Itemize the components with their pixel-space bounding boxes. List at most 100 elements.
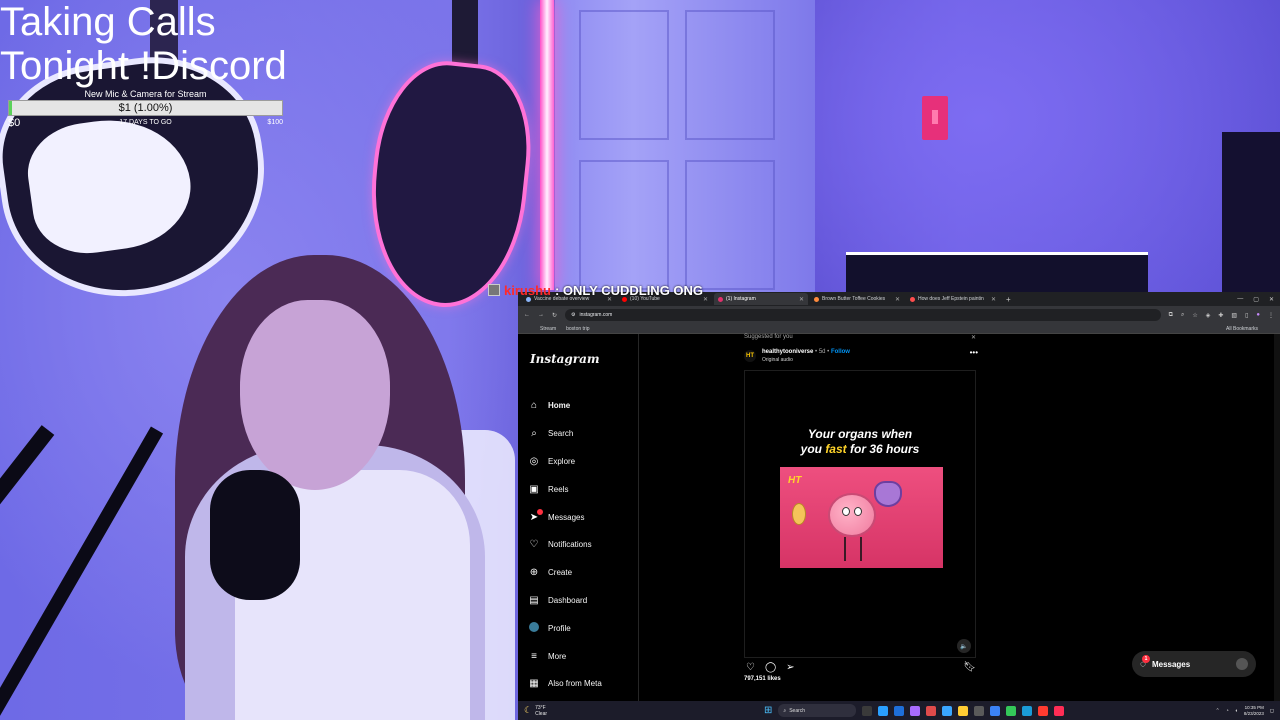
cartoon-stomach <box>792 503 806 525</box>
sidebar-item-profile[interactable]: Profile <box>528 614 638 642</box>
sidebar-item-create[interactable]: ⊕ Create <box>528 559 638 587</box>
extension-icon[interactable]: ◈ <box>1206 312 1211 319</box>
sidebar-item-dashboard[interactable]: ▤ Dashboard <box>528 587 638 615</box>
post-audio[interactable]: Original audio <box>762 356 964 364</box>
reload-icon[interactable]: ↻ <box>552 312 557 319</box>
taskbar-app-icon[interactable] <box>910 705 921 716</box>
maximize-icon[interactable]: ▢ <box>1253 296 1259 303</box>
taskbar-app-icon[interactable] <box>1006 705 1017 716</box>
taskbar-app-icon[interactable] <box>1038 705 1049 716</box>
cartoon-legs <box>844 537 862 561</box>
cartoon-organs-image: HT <box>780 467 943 568</box>
taskbar-app-icon[interactable] <box>894 705 905 716</box>
extension-icon[interactable]: ✚ <box>1218 312 1223 319</box>
stream-title: Taking Calls Tonight !Discord <box>0 0 287 88</box>
taskbar-app-icon[interactable] <box>958 705 969 716</box>
sidebar-item-home[interactable]: ⌂ Home <box>528 392 638 420</box>
sidebar-item-also-from-meta[interactable]: ▦ Also from Meta <box>528 670 638 698</box>
volume-icon[interactable]: ◖ <box>1235 708 1238 714</box>
dismiss-icon[interactable]: ✕ <box>971 334 976 346</box>
close-icon[interactable]: ✕ <box>1269 296 1274 303</box>
reel-video[interactable]: Your organs when you fast for 36 hours H… <box>744 370 976 658</box>
window-controls: — ▢ ✕ <box>1237 296 1280 303</box>
sidebar-item-label: Dashboard <box>548 595 588 605</box>
bookmark-stream[interactable]: Stream <box>540 326 556 332</box>
messages-pill[interactable]: ◌ 1 Messages <box>1132 651 1256 677</box>
bookmark-boston-trip[interactable]: boston trip <box>566 326 589 332</box>
back-icon[interactable]: ← <box>524 312 530 318</box>
meta-icon: ▦ <box>529 678 539 690</box>
star-icon[interactable]: ☆ <box>1192 312 1197 319</box>
goal-amount: $1 (1.00%) <box>118 102 173 114</box>
share-icon[interactable]: ➢ <box>786 662 794 673</box>
taskbar-app-icon[interactable] <box>1054 705 1065 716</box>
notification-dot <box>537 508 543 515</box>
chevron-up-icon[interactable]: ⌃ <box>1216 708 1220 714</box>
moon-icon: ☾ <box>524 705 533 715</box>
messenger-icon: ➤ <box>528 508 543 523</box>
site-info-icon[interactable]: ⚙ <box>571 312 575 318</box>
clock[interactable]: 10:35 PM 8/23/2023 <box>1244 705 1264 717</box>
microphone <box>210 470 300 600</box>
tab-close-icon[interactable]: ✕ <box>799 296 804 303</box>
follow-button[interactable]: Follow <box>831 349 850 355</box>
tab-favicon-icon <box>910 296 915 302</box>
sidebar-item-label: Create <box>548 568 573 578</box>
taskbar-app-icon[interactable] <box>926 705 937 716</box>
comment-icon[interactable]: ◯ <box>765 662 776 673</box>
sidebar-item-label: Notifications <box>548 540 592 550</box>
menu-icon: ≡ <box>531 650 537 662</box>
tab-close-icon[interactable]: ✕ <box>991 296 996 303</box>
taskbar-app-icon[interactable] <box>878 705 889 716</box>
taskbar-app-icon[interactable] <box>974 705 985 716</box>
minimize-icon[interactable]: — <box>1237 296 1243 303</box>
page-scrollbar[interactable] <box>1274 334 1280 701</box>
taskbar-app-icon[interactable] <box>942 705 953 716</box>
taskbar-app-icon[interactable] <box>862 705 873 716</box>
post-username[interactable]: healthytooniverse <box>762 349 813 355</box>
bookmark-icon[interactable]: 🔖︎ <box>963 662 976 673</box>
notification-bell-icon[interactable]: ◻ <box>1270 708 1274 714</box>
tab-close-icon[interactable]: ✕ <box>703 296 708 303</box>
puzzle-icon[interactable]: ▧ <box>1231 312 1237 319</box>
like-heart-icon[interactable]: ♡ <box>746 662 755 673</box>
new-tab-button[interactable]: + <box>1002 295 1015 304</box>
sidebar-item-more[interactable]: ≡ More <box>528 642 638 670</box>
mute-icon[interactable]: 🔈 <box>957 639 971 653</box>
all-bookmarks[interactable]: All Bookmarks <box>1226 326 1258 332</box>
address-bar[interactable]: ⚙ instagram.com <box>565 309 1161 321</box>
goal-max: $100 <box>267 119 283 126</box>
caption-text: for 36 hours <box>846 442 920 456</box>
sidebar-item-reels[interactable]: ▣ Reels <box>528 475 638 503</box>
sidebar-item-messages[interactable]: ➤ Messages <box>528 503 638 531</box>
caption-text: you <box>800 442 826 456</box>
post-avatar[interactable]: HT <box>744 350 756 362</box>
tab-close-icon[interactable]: ✕ <box>895 296 900 303</box>
home-icon: ⌂ <box>530 400 538 412</box>
post-actions: ♡ ◯ ➢ 🔖︎ <box>744 658 978 676</box>
like-count[interactable]: 797,151 likes <box>744 676 978 682</box>
sidebar-item-search[interactable]: ⌕ Search <box>528 420 638 448</box>
url-text: instagram.com <box>579 312 613 318</box>
profile-icon[interactable]: ● <box>1256 312 1260 319</box>
forward-icon[interactable]: → <box>538 312 544 318</box>
taskbar-app-icon[interactable] <box>990 705 1001 716</box>
taskbar-app-icon[interactable] <box>1022 705 1033 716</box>
windows-start-icon[interactable]: ⊞ <box>764 705 772 716</box>
weather-widget[interactable]: ☾ 73°F Clear <box>524 705 547 717</box>
browser-tab[interactable]: How does Jeff Epstein paintin ✕ <box>906 293 1000 305</box>
sidebar-item-notifications[interactable]: ♡ Notifications <box>528 531 638 559</box>
browser-toolbar: ← → ↻ ⚙ instagram.com ⧉ ⌕ ☆ ◈ ✚ ▧ ▯ ● ⋮ <box>518 306 1280 324</box>
sidepanel-icon[interactable]: ▯ <box>1245 312 1248 319</box>
kebab-menu-icon[interactable]: ⋮ <box>1268 312 1274 319</box>
browser-tab[interactable]: (1) Instagram ✕ <box>714 293 808 305</box>
more-options-icon[interactable]: ••• <box>970 348 978 357</box>
taskbar-search[interactable]: ⌕ Search <box>778 704 857 717</box>
zoom-icon[interactable]: ⌕ <box>1181 312 1184 319</box>
bookmarks-bar: Stream boston trip All Bookmarks <box>518 324 1280 334</box>
network-icon[interactable]: ◔ <box>1226 708 1229 714</box>
browser-tab[interactable]: Brown Butter Toffee Cookies ✕ <box>810 293 904 305</box>
instagram-logo[interactable]: Instagram <box>530 352 600 366</box>
sidebar-item-explore[interactable]: ◎ Explore <box>528 448 638 476</box>
install-icon[interactable]: ⧉ <box>1169 312 1173 319</box>
